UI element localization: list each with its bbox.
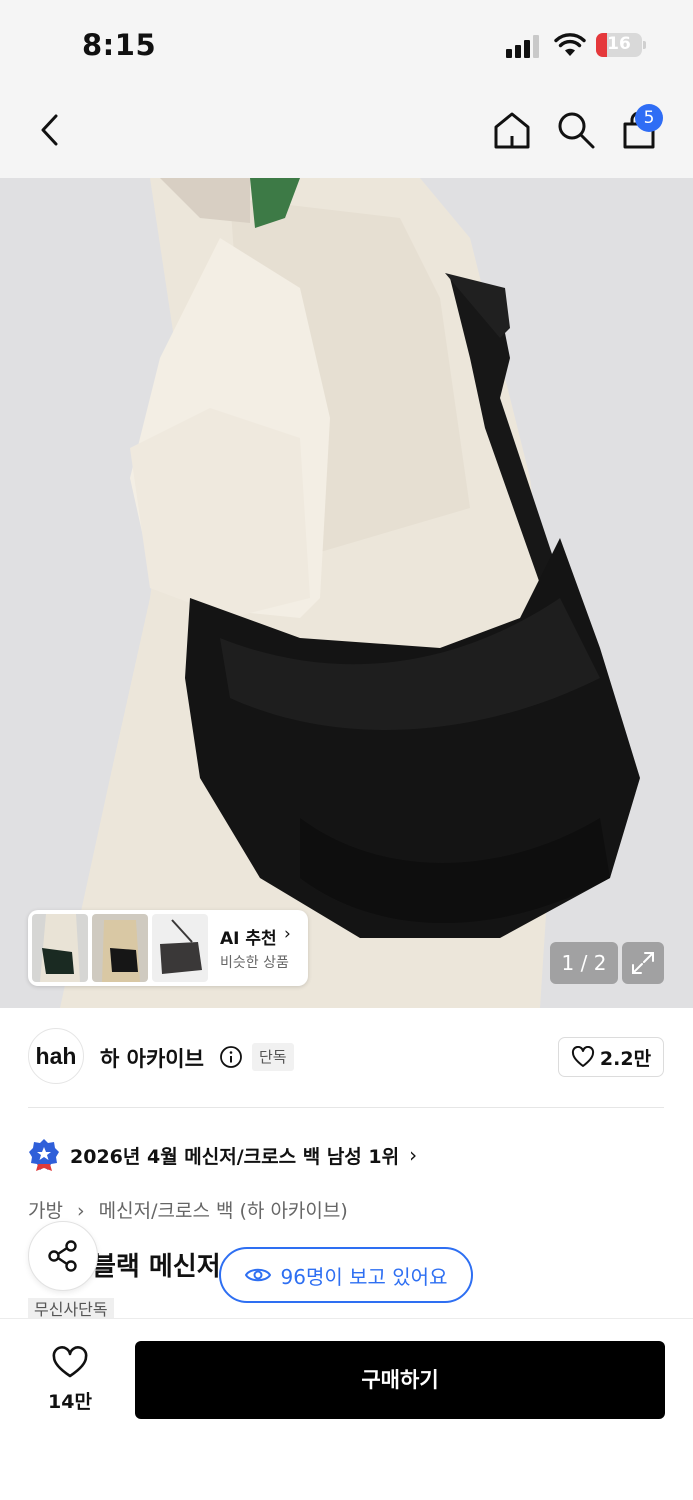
ai-thumbnail[interactable] — [32, 914, 88, 982]
thumbnail-image — [92, 914, 148, 982]
viewers-text: 96명이 보고 있어요 — [280, 1264, 448, 1289]
exclusive-tag: 단독 — [252, 1043, 294, 1071]
share-icon — [48, 1240, 77, 1272]
top-nav-bar: 5 — [0, 88, 693, 178]
ai-recommend-strip[interactable]: AI 추천 › 비슷한 상품 — [28, 910, 308, 986]
search-button[interactable] — [554, 108, 598, 152]
battery-cap — [643, 41, 646, 49]
breadcrumb: 가방 › 메신저/크로스 백 (하 아카이브) — [28, 1196, 356, 1223]
chevron-right-icon: › — [284, 924, 291, 944]
thumbnail-image — [32, 914, 88, 982]
like-button[interactable]: 14만 — [32, 1345, 108, 1415]
wifi-icon — [554, 33, 586, 56]
breadcrumb-separator-icon: › — [77, 1200, 85, 1222]
battery-icon: 16 — [596, 33, 642, 57]
buy-button[interactable]: 구매하기 — [135, 1341, 665, 1419]
battery-level: 16 — [607, 34, 631, 54]
viewers-pill: 96명이 보고 있어요 — [219, 1247, 473, 1303]
thumbnail-image — [152, 914, 208, 982]
status-time: 8:15 — [82, 28, 157, 62]
ai-thumbnail[interactable] — [92, 914, 148, 982]
back-button[interactable] — [28, 108, 72, 152]
brand-like-count: 2.2만 — [599, 1047, 652, 1070]
home-button[interactable] — [490, 108, 534, 152]
home-icon — [494, 112, 530, 149]
image-counter: 1 / 2 — [550, 942, 618, 984]
info-icon[interactable] — [219, 1045, 243, 1069]
musinsa-exclusive-tag: 무신사단독 — [28, 1298, 114, 1320]
bottom-action-bar: 14만 구매하기 — [0, 1318, 693, 1500]
search-icon — [558, 112, 595, 149]
status-bar: 8:15 16 — [0, 0, 693, 88]
breadcrumb-item[interactable]: 메신저/크로스 백 (하 아카이브) — [99, 1200, 348, 1222]
chevron-right-icon: › — [409, 1143, 418, 1167]
breadcrumb-item[interactable]: 가방 — [28, 1200, 63, 1222]
cellular-signal-icon — [506, 34, 542, 58]
brand-like-button[interactable]: 2.2만 — [558, 1037, 664, 1077]
cart-count-badge: 5 — [635, 104, 663, 132]
heart-icon — [571, 1046, 594, 1067]
brand-logo[interactable]: hah — [28, 1028, 84, 1084]
ranking-text: 2026년 4월 메신저/크로스 백 남성 1위 — [70, 1145, 400, 1168]
brand-name[interactable]: 하 아카이브 — [100, 1043, 204, 1073]
back-icon — [41, 114, 58, 146]
divider — [28, 1107, 664, 1108]
ranking-link[interactable]: 2026년 4월 메신저/크로스 백 남성 1위 › — [28, 1137, 417, 1173]
share-button[interactable] — [28, 1221, 98, 1291]
like-count: 14만 — [48, 1391, 92, 1413]
heart-icon — [52, 1346, 88, 1378]
expand-icon — [632, 952, 654, 974]
eye-icon — [244, 1268, 271, 1282]
ranking-badge-icon — [29, 1139, 59, 1171]
product-photo — [0, 178, 693, 1008]
expand-button[interactable] — [622, 942, 664, 984]
product-image[interactable]: AI 추천 › 비슷한 상품 1 / 2 — [0, 178, 693, 1008]
ai-recommend-title: AI 추천 — [220, 929, 277, 949]
ai-recommend-subtitle: 비슷한 상품 — [220, 955, 289, 971]
ai-thumbnail[interactable] — [152, 914, 208, 982]
